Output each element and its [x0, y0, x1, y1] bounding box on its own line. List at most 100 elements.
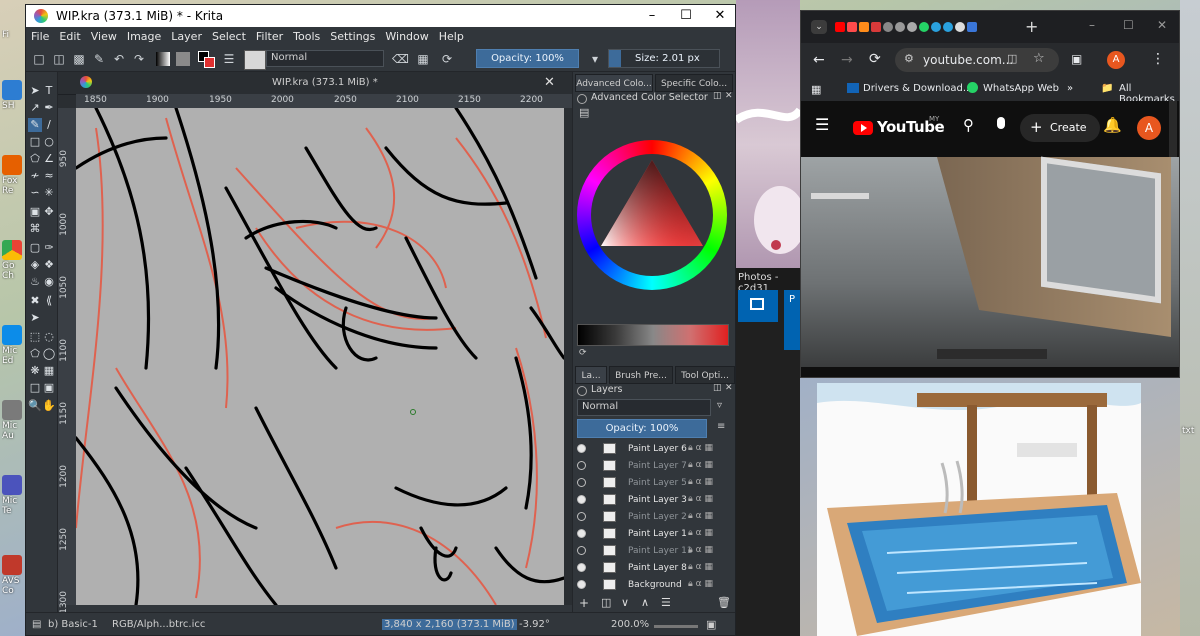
fullscreen-icon[interactable]: ▣: [706, 618, 716, 631]
profile-avatar[interactable]: A: [1107, 51, 1125, 69]
layer-flags-icon[interactable]: 🔒︎ α ▦: [688, 545, 713, 555]
extensions-icon[interactable]: ▣: [1071, 52, 1082, 66]
reload-icon[interactable]: ⟳: [869, 51, 881, 67]
back-icon[interactable]: ←: [813, 52, 825, 68]
layer-row[interactable]: Background 🔒︎ α ▦: [573, 577, 731, 594]
pinned-tabs[interactable]: [835, 22, 985, 33]
polygon-select-icon[interactable]: ⬠: [28, 347, 42, 361]
search-icon[interactable]: ⚲: [963, 116, 974, 134]
visibility-eye-icon[interactable]: [577, 444, 586, 453]
measure-tool-icon[interactable]: ⟪: [42, 294, 56, 308]
close-icon[interactable]: ✕: [1157, 18, 1167, 32]
microphone-icon[interactable]: [997, 117, 1005, 129]
reference-image-icon[interactable]: ➤: [28, 311, 42, 325]
zoom-slider[interactable]: [654, 625, 698, 628]
close-icon[interactable]: ✕: [544, 75, 555, 90]
size-slider[interactable]: Size: 2.01 px: [608, 49, 720, 68]
edit-shapes-icon[interactable]: ↗: [28, 101, 42, 115]
tab-tool-options[interactable]: Tool Opti...: [675, 366, 735, 384]
dropdown-icon[interactable]: ▾: [588, 52, 602, 66]
visibility-eye-icon[interactable]: [577, 529, 586, 538]
desktop-icon[interactable]: Fox Re: [2, 155, 26, 196]
open-icon[interactable]: ◫: [52, 52, 66, 66]
maximize-icon[interactable]: ☐: [1123, 18, 1134, 32]
rectangle-tool-icon[interactable]: □: [28, 135, 42, 149]
address-bar[interactable]: ⚙ youtube.com... ◫ ☆: [895, 48, 1059, 72]
youtube-avatar[interactable]: A: [1137, 116, 1161, 140]
ellipse-tool-icon[interactable]: ○: [42, 135, 56, 149]
float-docker-icon[interactable]: ◫: [713, 91, 722, 101]
layer-opacity-slider[interactable]: Opacity: 100%: [577, 419, 707, 438]
magnetic-select-icon[interactable]: ▣: [42, 381, 56, 395]
move-down-icon[interactable]: ∨: [621, 596, 629, 609]
gradient-selector-icon[interactable]: [156, 52, 170, 66]
new-document-icon[interactable]: □: [32, 52, 46, 66]
layer-flags-icon[interactable]: 🔒︎ α ▦: [688, 477, 713, 487]
contiguous-select-icon[interactable]: ❋: [28, 364, 42, 378]
layer-row[interactable]: Paint Layer 3 🔒︎ α ▦: [573, 492, 731, 509]
menu-layer[interactable]: Layer: [166, 27, 207, 43]
layer-row[interactable]: Paint Layer 5 🔒︎ α ▦: [573, 475, 731, 492]
menu-image[interactable]: Image: [122, 27, 166, 43]
layer-row[interactable]: Paint Layer 11 🔒︎ α ▦: [573, 543, 731, 560]
close-docker-icon[interactable]: ✕: [725, 383, 733, 393]
zoom-value[interactable]: 200.0%: [611, 619, 649, 630]
menu-edit[interactable]: Edit: [54, 27, 85, 43]
redo-icon[interactable]: ↷: [132, 52, 146, 66]
polygon-tool-icon[interactable]: ⬠: [28, 152, 42, 166]
blend-mode-select[interactable]: Normal: [266, 50, 384, 67]
desktop-icon[interactable]: SH: [2, 80, 26, 111]
filter-icon[interactable]: ▿: [717, 400, 722, 411]
select-shapes-icon[interactable]: ➤: [28, 84, 42, 98]
background-color-icon[interactable]: [204, 57, 215, 68]
install-icon[interactable]: ◫: [1007, 52, 1017, 65]
float-docker-icon[interactable]: ◫: [713, 383, 722, 393]
color-history-bar[interactable]: [577, 324, 729, 346]
rotation-value[interactable]: -3.92°: [519, 619, 550, 630]
site-info-icon[interactable]: ⚙: [904, 52, 914, 65]
layer-row[interactable]: Paint Layer 2 🔒︎ α ▦: [573, 509, 731, 526]
tab-specific-color[interactable]: Specific Colo...: [655, 74, 733, 92]
duplicate-layer-icon[interactable]: ◫: [601, 596, 611, 609]
layer-flags-icon[interactable]: 🔒︎ α ▦: [688, 528, 713, 538]
maximize-icon[interactable]: ☐: [669, 5, 703, 27]
visibility-eye-icon[interactable]: [577, 563, 586, 572]
more-bookmarks-icon[interactable]: »: [1067, 83, 1073, 94]
tab-search-icon[interactable]: ⌄: [811, 20, 827, 34]
docker-menu-icon[interactable]: [577, 386, 587, 396]
photos-titlebar[interactable]: Photos - c2d31: [736, 268, 800, 294]
brush-preview-icon[interactable]: [244, 50, 266, 70]
alpha-lock-icon[interactable]: ▦: [416, 52, 430, 66]
visibility-eye-icon[interactable]: [577, 580, 586, 589]
color-picker-icon[interactable]: ✑: [42, 241, 56, 255]
line-tool-icon[interactable]: /: [42, 118, 56, 132]
enclose-fill-icon[interactable]: ◉: [42, 275, 56, 289]
bezier-tool-icon[interactable]: ≁: [28, 169, 42, 183]
bookmark-drivers[interactable]: Drivers & Download...: [863, 83, 972, 94]
delete-layer-icon[interactable]: 🗑: [717, 596, 731, 609]
layer-row[interactable]: Paint Layer 8 🔒︎ α ▦: [573, 560, 731, 577]
visibility-eye-icon[interactable]: [577, 512, 586, 521]
desktop-icon[interactable]: Mic Au: [2, 400, 26, 441]
reload-preset-icon[interactable]: ⟳: [440, 52, 454, 66]
pattern-selector-icon[interactable]: [176, 52, 190, 66]
menu-view[interactable]: View: [86, 27, 122, 43]
layer-flags-icon[interactable]: 🔒︎ α ▦: [688, 562, 713, 572]
layer-blend-select[interactable]: Normal: [577, 399, 711, 416]
layer-row[interactable]: Paint Layer 6 🔒︎ α ▦: [573, 441, 731, 458]
desktop-icon[interactable]: Fi: [2, 30, 26, 40]
apps-icon[interactable]: ▦: [811, 83, 821, 96]
desktop-icon[interactable]: AVS Co: [2, 555, 26, 596]
visibility-eye-icon[interactable]: [577, 495, 586, 504]
move-up-icon[interactable]: ∧: [641, 596, 649, 609]
transform-tool-icon[interactable]: ▣: [28, 205, 42, 219]
move-tool-icon[interactable]: ✥: [42, 205, 56, 219]
layer-row[interactable]: Paint Layer 7 🔒︎ α ▦: [573, 458, 731, 475]
saturation-triangle[interactable]: [591, 154, 713, 276]
menu-settings[interactable]: Settings: [325, 27, 380, 43]
pan-tool-icon[interactable]: ✋: [42, 399, 56, 413]
notifications-icon[interactable]: 🔔: [1103, 116, 1122, 134]
colorize-mask-icon[interactable]: ◈: [28, 258, 42, 272]
hamburger-icon[interactable]: ☰: [815, 115, 829, 134]
layer-flags-icon[interactable]: 🔒︎ α ▦: [688, 443, 713, 453]
